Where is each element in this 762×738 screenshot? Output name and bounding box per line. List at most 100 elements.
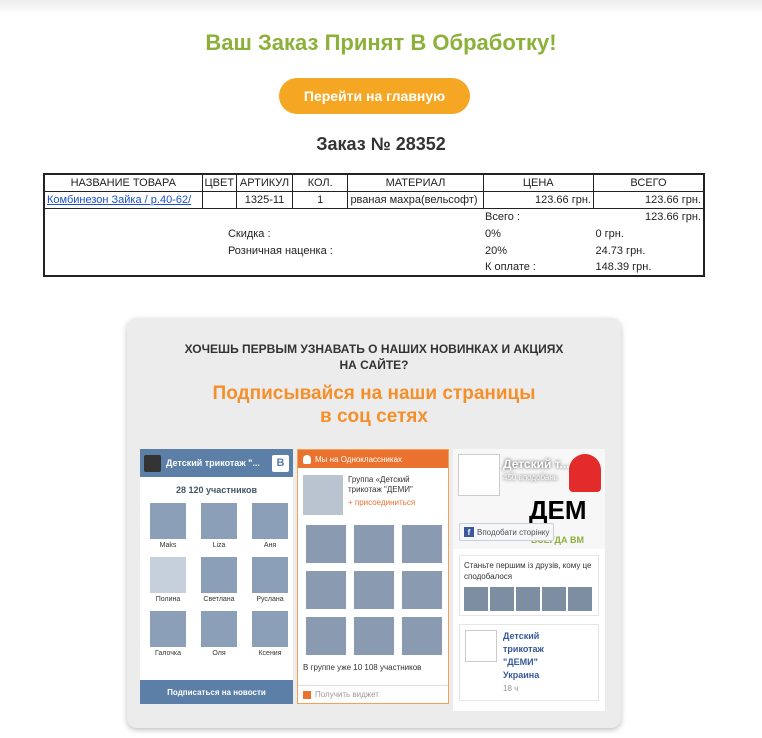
- vk-group-avatar: [144, 454, 161, 472]
- item-total: 123.66 грн.: [592, 190, 705, 209]
- promo-headline-line1: Подписывайся на наши страницы: [212, 383, 536, 404]
- markup-row: Розничная наценка : 20% 24.73 грн.: [44, 242, 704, 259]
- vk-member[interactable]: Maks: [146, 503, 190, 549]
- avatar: [150, 503, 186, 539]
- ok-member-photo[interactable]: [402, 571, 442, 609]
- col-header-qty: КОЛ.: [291, 173, 349, 192]
- ok-get-widget-link[interactable]: Получить виджет: [298, 685, 448, 703]
- ok-widget: Мы на Одноклассниках Группа «Детский три…: [297, 449, 449, 704]
- vk-members-count[interactable]: 28 120 участников: [140, 485, 293, 495]
- item-price: 123.66 грн.: [482, 190, 594, 209]
- fb-post-time: 18 ч: [503, 684, 519, 693]
- ok-members-count: В группе уже 10 108 участников: [303, 663, 422, 672]
- table-header-row: НАЗВАНИЕ ТОВАРА ЦВЕТ АРТИКУЛ КОЛ. МАТЕРИ…: [43, 173, 705, 192]
- vk-logo-icon: В: [272, 454, 289, 472]
- subtotal-value: 123.66 грн.: [593, 207, 704, 225]
- fb-post: Детский трикотаж "ДЕМИ" Украина 18 ч: [459, 624, 599, 701]
- vk-member-name: Аня: [263, 542, 277, 549]
- fb-post-title-line[interactable]: трикотаж: [503, 643, 544, 656]
- ok-group-avatar[interactable]: [303, 475, 343, 515]
- top-shadow: [0, 0, 762, 14]
- home-button[interactable]: Перейти на главную: [279, 78, 470, 114]
- vk-member[interactable]: Галочка: [146, 611, 190, 657]
- order-number: Заказ № 28352: [316, 134, 446, 154]
- vk-member[interactable]: Светлана: [197, 557, 241, 603]
- vk-member[interactable]: Полина: [146, 557, 190, 603]
- fb-friends-row: [464, 587, 594, 611]
- vk-widget: Детский трикотаж "... В 28 120 участнико…: [140, 449, 293, 704]
- vk-member-name: Руслана: [256, 596, 284, 603]
- fb-likes-count: 450 вподобань: [503, 473, 558, 482]
- avatar: [201, 557, 237, 593]
- avatar: [150, 611, 186, 647]
- item-qty: 1: [291, 190, 349, 209]
- discount-label: Скидка :: [227, 227, 271, 240]
- avatar[interactable]: [490, 587, 514, 611]
- discount-row: Скидка : 0% 0 грн.: [44, 225, 704, 242]
- markup-label: Розничная наценка :: [227, 244, 333, 257]
- avatar[interactable]: [542, 587, 566, 611]
- ok-member-photo[interactable]: [402, 525, 442, 563]
- fb-post-avatar[interactable]: [465, 630, 497, 662]
- vk-member-name: Полина: [155, 596, 181, 603]
- ok-join-link[interactable]: + присоединиться: [348, 498, 415, 508]
- subtotal-row: Всего : 123.66 грн.: [44, 207, 704, 225]
- ok-group-name-line1[interactable]: Группа «Детский: [348, 475, 415, 485]
- social-promo-panel: ХОЧЕШЬ ПЕРВЫМ УЗНАВАТЬ О НАШИХ НОВИНКАХ …: [127, 318, 621, 728]
- vk-subscribe-button[interactable]: Подписаться на новости: [140, 680, 293, 704]
- fb-post-title-line[interactable]: Детский: [503, 630, 544, 643]
- vk-member[interactable]: Аня: [248, 503, 292, 549]
- vk-member-name: Liza: [212, 542, 226, 549]
- col-header-total: ВСЕГО: [592, 173, 705, 192]
- col-header-sku: АРТИКУЛ: [236, 173, 293, 192]
- vk-member-name: Оля: [212, 650, 226, 657]
- ok-member-photo[interactable]: [306, 525, 346, 563]
- ok-group-info: Группа «Детский трикотаж "ДЕМИ" + присое…: [298, 468, 448, 515]
- avatar[interactable]: [464, 587, 488, 611]
- fb-cover[interactable]: ДЕМ ВСЕГДА ВМ Детский т... 450 вподобань…: [453, 449, 605, 549]
- vk-member[interactable]: Оля: [197, 611, 241, 657]
- facebook-icon: f: [464, 527, 474, 537]
- vk-member[interactable]: Liza: [197, 503, 241, 549]
- item-material: рваная махра(вельсофт): [347, 190, 484, 209]
- fb-page-avatar[interactable]: [458, 454, 500, 496]
- markup-percent: 20%: [485, 244, 508, 257]
- vk-member[interactable]: Руслана: [248, 557, 292, 603]
- pay-label: К оплате :: [485, 261, 536, 273]
- item-sku: 1325-11: [236, 190, 293, 209]
- avatar[interactable]: [568, 587, 592, 611]
- order-table: НАЗВАНИЕ ТОВАРА ЦВЕТ АРТИКУЛ КОЛ. МАТЕРИ…: [43, 173, 705, 277]
- discount-percent: 0%: [485, 227, 501, 240]
- vk-member-name: Maks: [159, 542, 177, 549]
- ok-member-photo[interactable]: [306, 571, 346, 609]
- col-header-color: ЦВЕТ: [201, 173, 238, 192]
- vk-member[interactable]: Ксения: [248, 611, 292, 657]
- fb-post-title-line[interactable]: "ДЕМИ": [503, 656, 544, 669]
- subtotal-label: Всего :: [483, 207, 594, 225]
- avatar: [150, 557, 186, 593]
- fb-like-button[interactable]: f Вподобати сторінку: [459, 523, 555, 541]
- vk-header[interactable]: Детский трикотаж "... В: [140, 449, 293, 477]
- promo-question-line2: НА САЙТЕ?: [339, 358, 409, 372]
- fb-post-text: Детский трикотаж "ДЕМИ" Украина 18 ч: [503, 630, 544, 695]
- ok-member-photo[interactable]: [306, 617, 346, 655]
- vk-member-name: Ксения: [258, 650, 282, 657]
- vk-members-grid: Maks Liza Аня Полина Светлана Руслана Га…: [140, 495, 293, 657]
- col-header-material: МАТЕРИАЛ: [347, 173, 484, 192]
- product-link[interactable]: Комбинезон Зайка / р.40-62/: [47, 194, 191, 206]
- ok-member-photo[interactable]: [354, 617, 394, 655]
- ok-header[interactable]: Мы на Одноклассниках: [298, 450, 448, 468]
- ok-member-photo[interactable]: [354, 571, 394, 609]
- ok-member-photo[interactable]: [354, 525, 394, 563]
- col-header-name: НАЗВАНИЕ ТОВАРА: [43, 173, 203, 192]
- fb-cover-text: ДЕМ: [529, 495, 587, 525]
- vk-group-name[interactable]: Детский трикотаж "...: [166, 458, 272, 468]
- ok-header-label: Мы на Одноклассниках: [315, 454, 403, 464]
- fb-friends-box: Станьте першим із друзів, кому це сподоб…: [459, 555, 599, 616]
- avatar[interactable]: [516, 587, 540, 611]
- fb-post-title-line[interactable]: Украина: [503, 669, 544, 682]
- ok-member-photo[interactable]: [402, 617, 442, 655]
- ok-group-name-line2[interactable]: трикотаж "ДЕМИ": [348, 485, 415, 495]
- fb-page-name[interactable]: Детский т...: [503, 457, 570, 471]
- item-color: [201, 190, 238, 209]
